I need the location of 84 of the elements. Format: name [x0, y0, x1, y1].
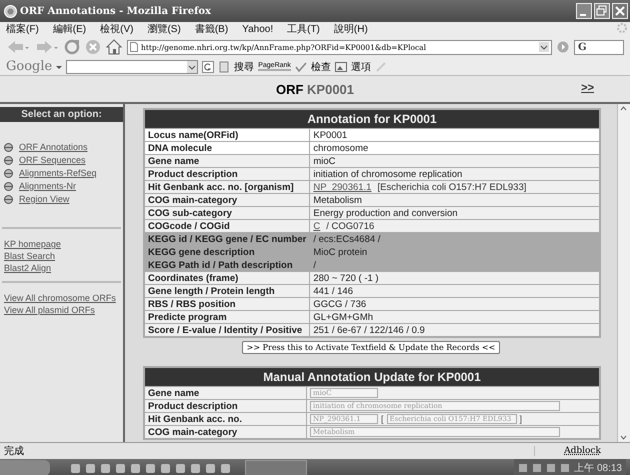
app-icon[interactable]: [160, 462, 171, 474]
scrollbar[interactable]: [617, 104, 630, 442]
radio-icon[interactable]: [4, 194, 13, 204]
sidebar-link[interactable]: Region View: [19, 194, 70, 204]
app-icon[interactable]: [70, 462, 81, 474]
genbank-link[interactable]: NP_290361.1: [313, 182, 372, 192]
bracket-text: ]: [520, 414, 522, 424]
menu-item[interactable]: 書籤(B): [194, 22, 228, 36]
toolbar-button[interactable]: 檢查: [310, 60, 331, 74]
home-icon[interactable]: [106, 39, 122, 55]
app-icon[interactable]: [130, 462, 141, 474]
search-field[interactable]: G: [574, 40, 624, 54]
image-icon: [334, 60, 347, 72]
tray-icon[interactable]: [518, 463, 528, 473]
close-icon[interactable]: [612, 3, 628, 19]
app-icon[interactable]: [175, 462, 186, 474]
menu-item[interactable]: Yahoo!: [242, 24, 274, 34]
sidebar-link[interactable]: ORF Sequences: [19, 155, 86, 165]
radio-icon[interactable]: [4, 182, 13, 190]
field-label: Gene name: [144, 386, 306, 400]
dropdown-icon[interactable]: [539, 42, 549, 52]
caret-icon: [56, 64, 62, 70]
sidebar-link[interactable]: View All plasmid ORFs: [4, 305, 119, 315]
google-search-icon: [202, 60, 214, 72]
sidebar-link[interactable]: Alignments-Nr: [19, 181, 76, 191]
app-icon[interactable]: [145, 462, 156, 474]
field-value: / COG0716: [326, 220, 374, 232]
radio-icon[interactable]: [4, 168, 13, 178]
app-icon[interactable]: [190, 462, 201, 474]
app-icon[interactable]: [115, 462, 126, 474]
clock: 上午 08:13: [574, 462, 622, 475]
app-icon[interactable]: [100, 462, 111, 474]
sidebar-link[interactable]: Blast Search: [4, 251, 119, 261]
field-label: Hit Genbank acc. no.: [144, 412, 306, 426]
start-button[interactable]: [0, 460, 50, 475]
maximize-icon[interactable]: [594, 3, 610, 19]
reload-icon[interactable]: [64, 39, 80, 55]
pencil-icon: [374, 60, 387, 72]
page-icon: [218, 60, 230, 72]
menu-item[interactable]: 編輯(E): [52, 22, 86, 36]
field-label: Locus name(ORFid): [144, 128, 310, 142]
app-icon[interactable]: [85, 462, 96, 474]
activate-button[interactable]: >> Press this to Activate Textfield & Update the Records <<: [242, 341, 500, 354]
app-icon[interactable]: [220, 462, 231, 474]
menu-item[interactable]: 檔案(F): [6, 22, 39, 36]
tray-icon[interactable]: [546, 463, 556, 473]
sidebar-link[interactable]: View All chromosome ORFs: [4, 293, 119, 303]
adblock-label[interactable]: Adblock: [534, 446, 630, 456]
sidebar-link[interactable]: KP homepage: [4, 239, 119, 249]
window-title: ORF Annotations - Mozilla Firefox: [20, 6, 212, 16]
field-label: COG main-category: [144, 426, 306, 439]
field-value: [Escherichia coli O157:H7 EDL933]: [377, 182, 526, 192]
go-icon[interactable]: [557, 41, 569, 53]
tray-icon[interactable]: [532, 463, 542, 473]
sidebar-header: Select an option:: [0, 107, 123, 122]
page-title: ORF KP0001: [276, 82, 354, 96]
sidebar-link[interactable]: Alignments-RefSeq: [19, 168, 97, 178]
field-value: KP0001: [310, 128, 600, 142]
menu-item[interactable]: 瀏覽(S): [147, 22, 181, 36]
field-label: Product description: [144, 400, 306, 412]
next-link[interactable]: >>: [581, 82, 594, 94]
tray-icon[interactable]: [560, 463, 570, 473]
genbank-link[interactable]: C: [313, 220, 320, 232]
menu-item[interactable]: 檢視(V): [100, 22, 134, 36]
dropdown-icon: [187, 60, 198, 72]
check-icon: [294, 60, 307, 72]
app-icon[interactable]: [205, 462, 216, 474]
google-search-field[interactable]: [66, 60, 198, 74]
table-title: Annotation for KP0001: [144, 109, 600, 128]
toolbar-button[interactable]: 選項: [350, 60, 371, 74]
throbber-icon: [616, 22, 628, 34]
menu-item[interactable]: 工具(T): [287, 22, 320, 36]
sidebar-link[interactable]: ORF Annotations: [19, 142, 88, 152]
page-icon: [130, 42, 138, 52]
radio-icon[interactable]: [4, 156, 13, 164]
radio-icon[interactable]: [4, 142, 13, 152]
toolbar-button[interactable]: 搜尋: [234, 60, 254, 74]
google-logo[interactable]: Google: [6, 59, 52, 74]
status-text: 完成: [4, 444, 24, 458]
menu-item[interactable]: 說明(H): [334, 22, 368, 36]
bracket-text: [: [381, 414, 384, 424]
sidebar-link[interactable]: Blast2 Align: [4, 263, 119, 273]
table-title: Manual Annotation Update for KP0001: [144, 367, 600, 386]
minimize-icon[interactable]: [576, 3, 592, 19]
